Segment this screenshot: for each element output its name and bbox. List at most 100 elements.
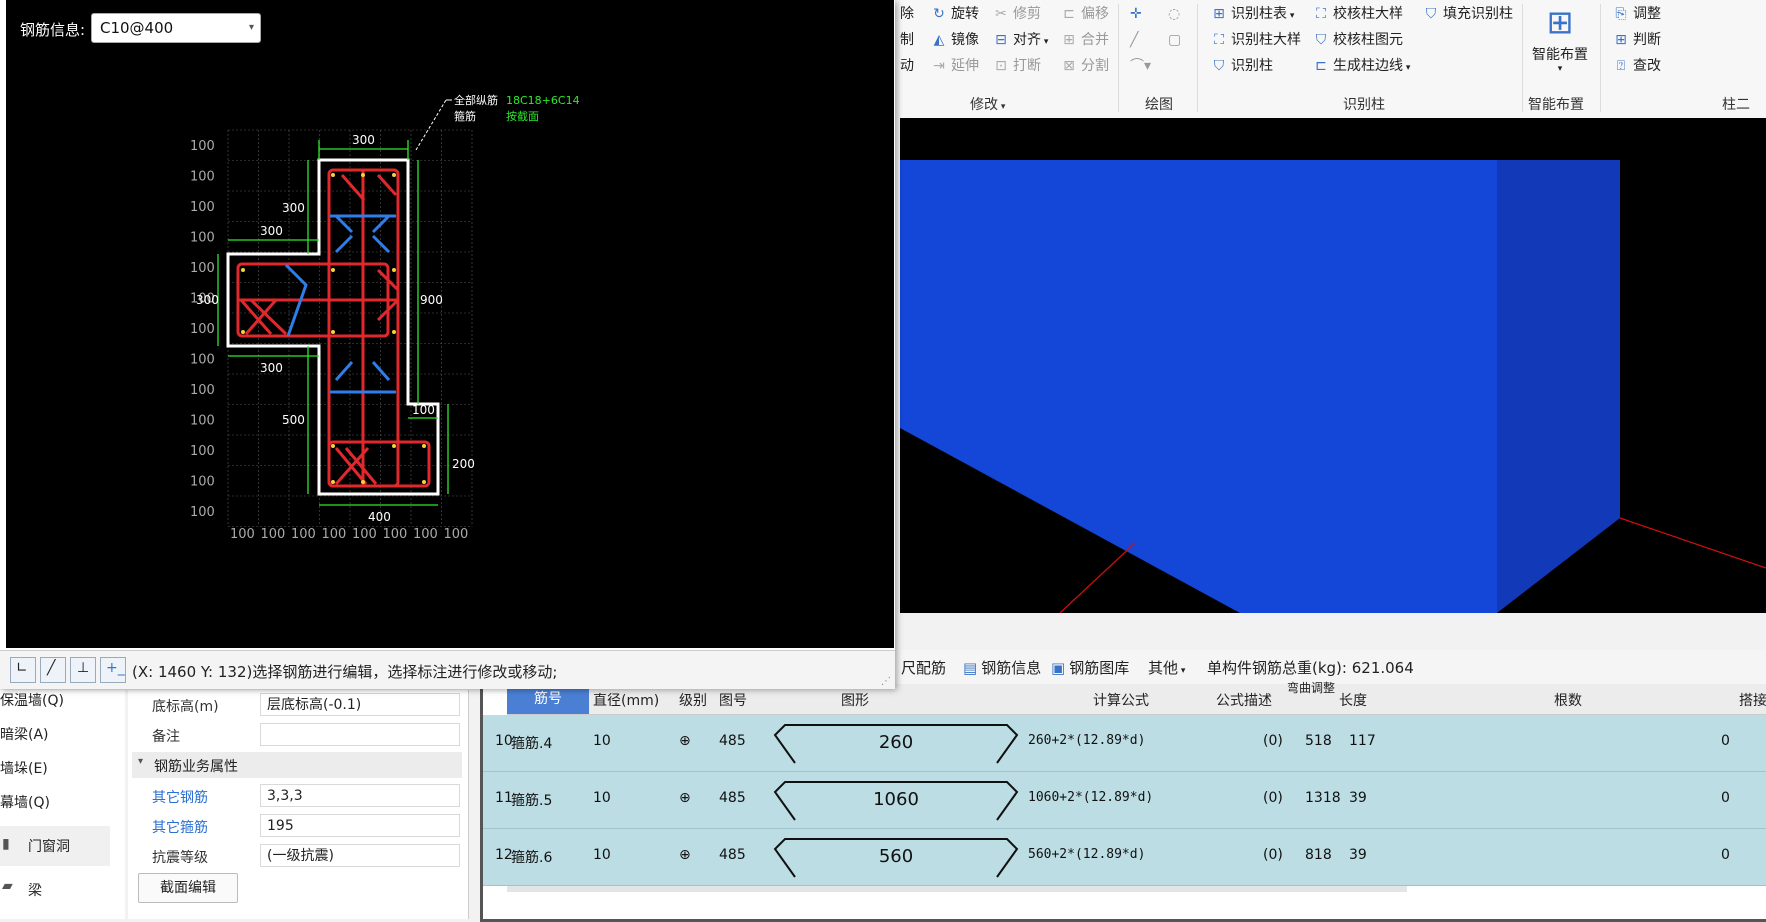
table-row[interactable]: 10 箍筋.4 10 ⊕ 485 260 260+2*(12.89*d) (0)… — [483, 715, 1766, 772]
move-button[interactable]: 动 — [900, 54, 914, 78]
section-edit-button[interactable]: 截面编辑 — [138, 873, 238, 903]
smart-layout-button[interactable]: ⊞ 智能布置 ▾ — [1528, 0, 1592, 74]
dim-label: 300 — [260, 224, 283, 238]
column2-group-label: 柱二 — [1722, 97, 1750, 113]
fill-column-icon: ⛉ — [1425, 6, 1437, 22]
column-edge-icon: ⊏ — [1315, 58, 1327, 74]
chevron-down-icon: ▾ — [1557, 64, 1563, 74]
remark-field[interactable] — [260, 723, 460, 746]
svg-text:箍筋: 箍筋 — [454, 109, 476, 123]
property-panel: 底标高(m) 层底标高(-0.1) 备注 ▾ 钢筋业务属性 其它钢筋 3,3,3… — [128, 690, 469, 919]
col-header-formula[interactable]: 计算公式 — [1093, 690, 1149, 710]
recognize-column-table-button[interactable]: ⊞ 识别柱表 ▾ — [1210, 2, 1294, 26]
col-header-diameter[interactable]: 直径(mm) — [593, 690, 659, 710]
offset-icon: ⊏ — [1063, 6, 1075, 22]
check-column-detail-button[interactable]: ⛶ 校核柱大样 — [1312, 2, 1403, 26]
rotate-button[interactable]: ↻ 旋转 — [930, 2, 979, 26]
ribbon-toolbar: 除 ↻ 旋转 ✂ 修剪 ⊏ 偏移 制 ◭ 镜像 ⊟ 对齐 ▾ ⊞ 合并 动 ⇥ 延伸 ⊡ 打断 … — [900, 0, 1766, 119]
tree-item-hidden-beam[interactable]: 暗梁(A) — [0, 724, 49, 744]
align-button[interactable]: ⊟ 对齐 ▾ — [992, 28, 1048, 52]
edit-status-bar: ∟ ╱ ⊥ +_ (X: 1460 Y: 132)选择钢筋进行编辑，选择标注进行… — [0, 650, 895, 689]
other-stirrup-field[interactable]: 195 — [260, 814, 460, 837]
add-dimension-button[interactable]: +_ — [100, 657, 126, 683]
col-header-lap[interactable]: 搭接 — [1739, 690, 1766, 710]
delete-button[interactable]: 除 — [900, 2, 914, 26]
section-drawing-canvas[interactable]: 钢筋信息: C10@400 ▾ 100 100 100 100 100 100 100 100… — [6, 0, 894, 648]
col-header-count[interactable]: 根数 — [1554, 690, 1582, 710]
merge-button[interactable]: ⊞ 合并 — [1060, 28, 1109, 52]
line-icon[interactable]: ╱ — [1130, 28, 1138, 52]
section-outline — [226, 158, 440, 496]
3d-viewport[interactable] — [900, 118, 1766, 613]
trim-button[interactable]: ✂ 修剪 — [992, 2, 1041, 26]
query-icon: ⍰ — [1616, 58, 1626, 74]
query-button[interactable]: ⍰ 查改 — [1612, 54, 1661, 78]
stirrup-shape-figure: 260 — [771, 721, 1021, 765]
break-button[interactable]: ⊡ 打断 — [992, 54, 1041, 78]
generate-column-edge-button[interactable]: ⊏ 生成柱边线 ▾ — [1312, 54, 1410, 78]
fill-recognize-column-button[interactable]: ⛉ 填充识别柱 — [1422, 2, 1513, 26]
perpendicular-icon: ⊥ — [77, 660, 90, 676]
line-tool-button[interactable]: ╱ — [40, 657, 66, 683]
check-column-element-button[interactable]: ⛉ 校核柱图元 — [1312, 28, 1403, 52]
angle-icon: ∟ — [16, 660, 28, 676]
circle-icon[interactable]: ◌ — [1168, 2, 1180, 26]
modify-group-label[interactable]: 修改 ▾ — [970, 94, 1005, 114]
copy-button[interactable]: 制 — [900, 28, 914, 52]
recognize-column-detail-button[interactable]: ⛶ 识别柱大样 — [1210, 28, 1301, 52]
grid-col-label: 100 — [444, 527, 469, 542]
angle-tool-button[interactable]: ∟ — [10, 657, 36, 683]
other-rebar-field[interactable]: 3,3,3 — [260, 784, 460, 807]
align-icon: ⊟ — [995, 32, 1007, 48]
rectangle-icon[interactable]: ▢ — [1168, 28, 1181, 52]
size-reinforcement-button[interactable]: 尺配筋 — [901, 657, 946, 678]
col-header-grade[interactable]: 级别 — [679, 690, 707, 710]
other-menu-button[interactable]: 其他 ▾ — [1148, 657, 1185, 678]
dim-label: 300 — [260, 361, 283, 375]
point-icon[interactable]: ✛ — [1130, 2, 1142, 26]
bottom-elevation-field[interactable]: 层底标高(-0.1) — [260, 693, 460, 716]
rebar-library-button[interactable]: ▣ 钢筋图库 — [1051, 657, 1129, 678]
col-header-length[interactable]: 长度 — [1339, 690, 1367, 710]
dim-label: 100 — [412, 403, 435, 417]
offset-button[interactable]: ⊏ 偏移 — [1060, 2, 1109, 26]
arc-icon[interactable]: ⌒▾ — [1130, 54, 1151, 78]
section-rebar-business-props[interactable]: ▾ 钢筋业务属性 — [132, 752, 462, 778]
col-header-shape[interactable]: 图形 — [841, 690, 869, 710]
line-icon: ╱ — [47, 660, 56, 676]
dim-label: 300 — [282, 201, 305, 215]
judge-button[interactable]: ⊞ 判断 — [1612, 28, 1661, 52]
recognize-column-button[interactable]: ⛉ 识别柱 — [1210, 54, 1273, 78]
dim-label: 300 — [196, 293, 219, 307]
prop-row-bottom-elevation: 底标高(m) 层底标高(-0.1) — [128, 690, 468, 720]
col-header-bend-adjust[interactable]: 弯曲调整 — [1287, 682, 1335, 695]
adjust-button[interactable]: ⎘ 调整 — [1612, 2, 1661, 26]
table-row[interactable]: 11 箍筋.5 10 ⊕ 485 1060 1060+2*(12.89*d) (… — [483, 772, 1766, 829]
table-row[interactable]: 12 箍筋.6 10 ⊕ 485 560 560+2*(12.89*d) (0)… — [483, 829, 1766, 886]
col-header-formula-desc[interactable]: 公式描述 — [1216, 690, 1272, 710]
resize-grip-icon[interactable]: ⋰ — [881, 676, 891, 687]
chevron-down-icon: ▾ — [1178, 666, 1186, 676]
draw-group-label: 绘图 — [1145, 97, 1173, 113]
tree-item-insulation-wall[interactable]: 保温墙(Q) — [0, 690, 64, 710]
copy-icon: 制 — [900, 32, 914, 48]
divider — [1522, 4, 1523, 112]
tree-item-wall-pier[interactable]: 墙垛(E) — [0, 758, 48, 778]
stirrup-shape-figure: 1060 — [771, 778, 1021, 822]
col-header-figure-no[interactable]: 图号 — [719, 690, 747, 710]
prop-row-other-rebar: 其它钢筋 3,3,3 — [128, 781, 468, 811]
seismic-grade-field[interactable]: (一级抗震) — [260, 844, 460, 867]
door-icon: ▮ — [2, 836, 10, 852]
perpendicular-tool-button[interactable]: ⊥ — [70, 657, 96, 683]
mirror-button[interactable]: ◭ 镜像 — [930, 28, 979, 52]
tree-item-curtain-wall[interactable]: 幕墙(Q) — [0, 792, 50, 812]
dimension-lines — [217, 140, 449, 506]
tree-item-door-window-opening[interactable]: ▮ 门窗洞 — [0, 826, 110, 866]
horizontal-scrollbar[interactable] — [507, 886, 1407, 892]
extend-button[interactable]: ⇥ 延伸 — [930, 54, 979, 78]
total-weight-label: 单构件钢筋总重(kg): 621.064 — [1207, 659, 1414, 677]
extend-icon: ⇥ — [933, 58, 945, 74]
rebar-info-button[interactable]: ▤ 钢筋信息 — [963, 657, 1041, 678]
split-button[interactable]: ⊠ 分割 — [1060, 54, 1109, 78]
grid-col-label: 100 — [230, 527, 255, 542]
